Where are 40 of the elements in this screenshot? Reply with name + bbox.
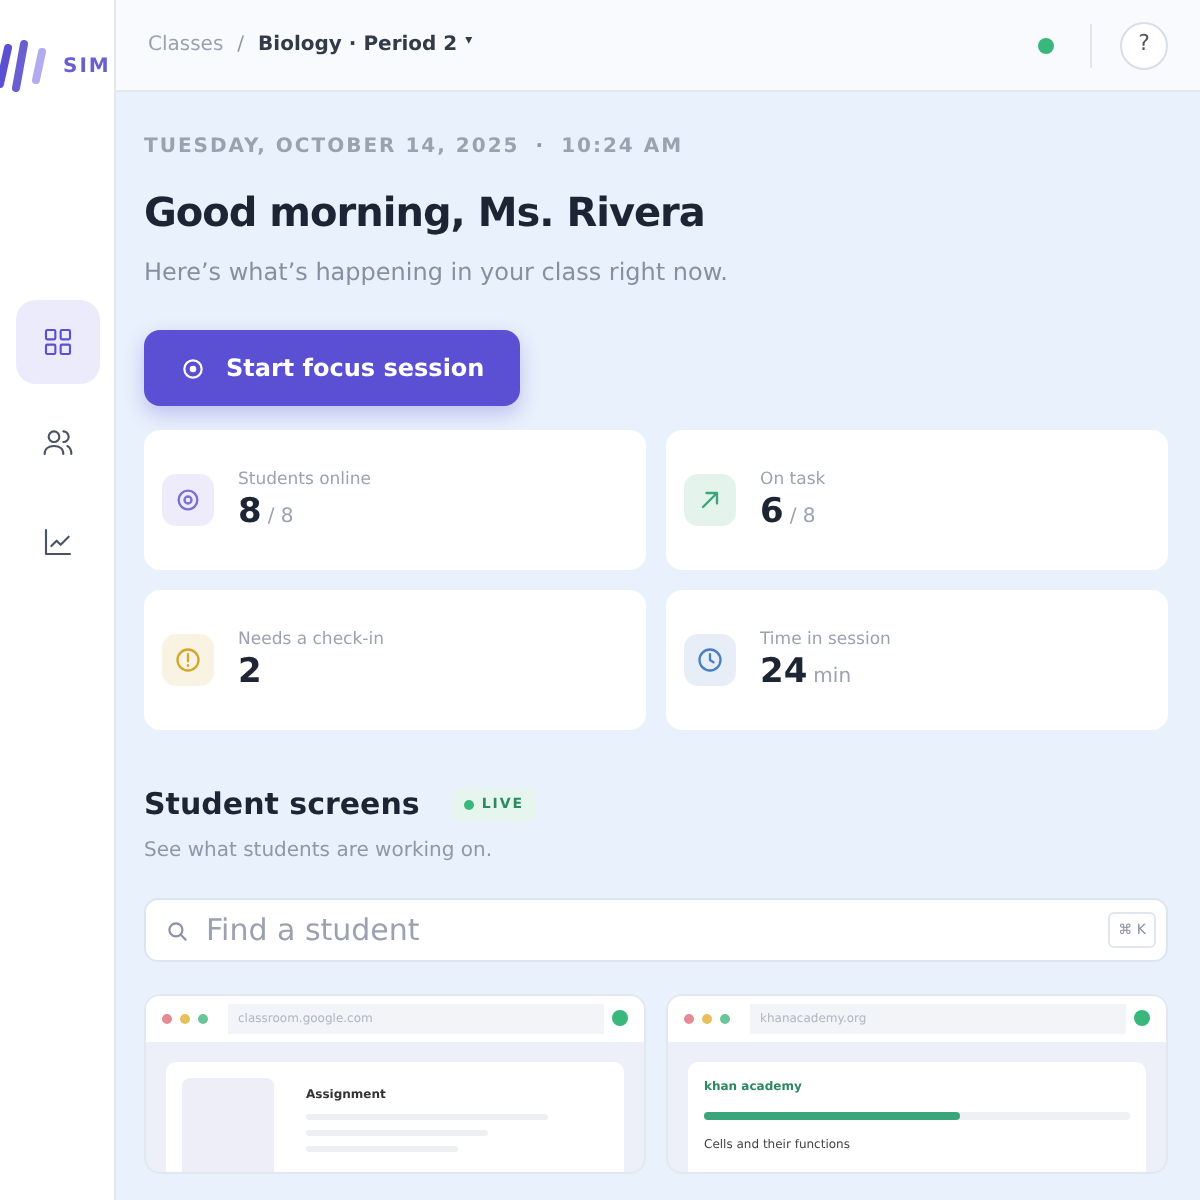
section-heading: Student screens: [144, 784, 420, 826]
stat-label: On task: [760, 468, 826, 495]
separator-dot: ·: [535, 134, 546, 162]
stat-label: Students online: [238, 468, 372, 495]
help-button[interactable]: ?: [1120, 21, 1168, 69]
window-control-dot: [162, 1013, 172, 1023]
logo-icon: [0, 40, 47, 92]
stat-suffix: / 8: [789, 506, 816, 529]
stat-label: Needs a check-in: [238, 628, 384, 655]
window-control-dot: [702, 1013, 712, 1023]
grid-icon: [41, 326, 73, 358]
greeting-heading: Good morning, Ms. Rivera: [144, 186, 707, 240]
stat-value: 8: [238, 494, 262, 532]
chart-icon: [41, 526, 73, 558]
subtitle-text: Here’s what’s happening in your class right now.: [144, 256, 730, 290]
status-dot: [1038, 37, 1054, 53]
stat-suffix: / 8: [267, 506, 294, 529]
logo-text: SIM: [63, 53, 111, 81]
users-icon: [41, 426, 73, 458]
time-text: 10:24 AM: [561, 134, 684, 162]
search-icon: [164, 917, 190, 943]
window-control-dot: [720, 1013, 730, 1023]
date-text: TUESDAY, OCTOBER 14, 2025: [144, 134, 520, 162]
clock-icon: [696, 646, 724, 674]
target-icon: [180, 355, 206, 381]
section-subtitle: See what students are working on.: [144, 837, 495, 865]
arrow-icon: [696, 486, 724, 514]
window-control-dot: [198, 1013, 208, 1023]
breadcrumb-separator: /: [237, 32, 245, 60]
window-control-dot: [180, 1013, 190, 1023]
stat-label: Time in session: [760, 628, 891, 655]
target-icon: [174, 486, 202, 514]
stat-value: 2: [238, 654, 262, 692]
alert-icon: [174, 646, 202, 674]
window-control-dot: [684, 1013, 694, 1023]
stat-value: 24: [760, 654, 808, 692]
sidebar-nav-item[interactable]: [15, 300, 99, 384]
start-focus-button[interactable]: Start focus session: [144, 330, 521, 406]
stat-value: 6: [760, 494, 784, 532]
stat-suffix: min: [813, 666, 852, 689]
